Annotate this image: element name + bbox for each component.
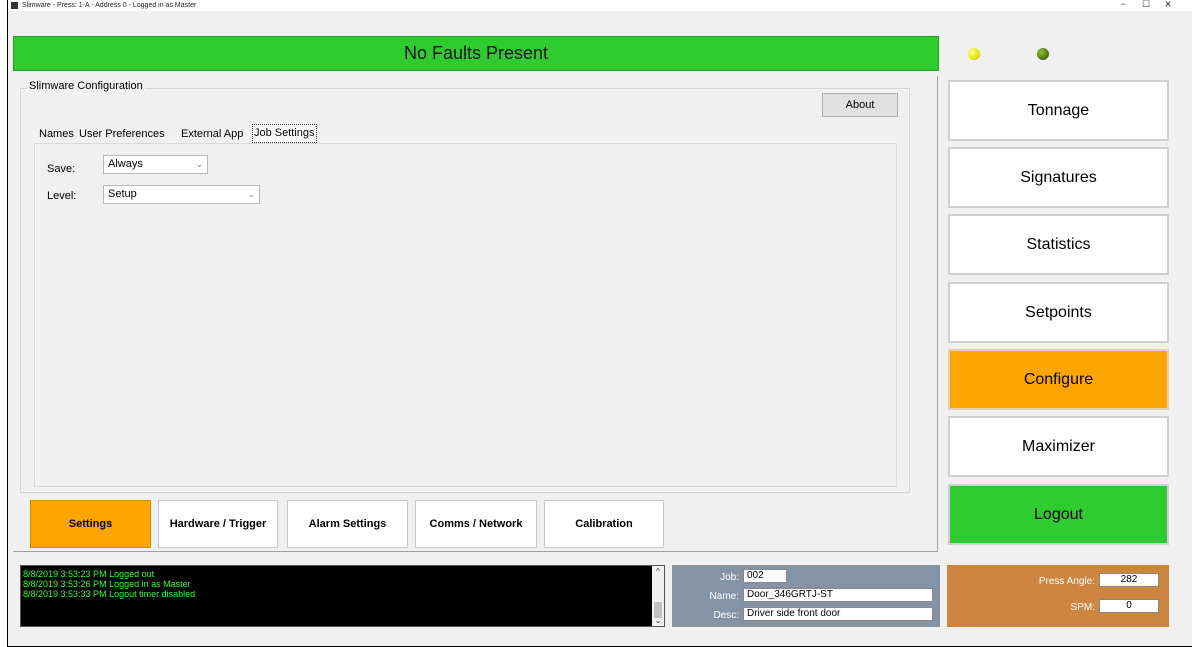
job-label: Job: [720, 572, 739, 583]
log-line: 8/8/2019 3:53:33 PM Logout timer disable… [23, 589, 196, 599]
green-led-icon [1037, 48, 1049, 60]
statistics-button[interactable]: Statistics [948, 214, 1169, 275]
event-log[interactable]: 8/8/2019 3:53:23 PM Logged out 8/8/2019 … [20, 565, 665, 627]
hardware-trigger-button[interactable]: Hardware / Trigger [158, 500, 278, 548]
log-line: 8/8/2019 3:53:26 PM Logged in as Master [23, 579, 191, 589]
tonnage-button[interactable]: Tonnage [948, 80, 1169, 141]
save-label: Save: [47, 163, 76, 175]
spm-label: SPM: [1070, 602, 1095, 613]
settings-button[interactable]: Settings [30, 500, 151, 548]
save-select-value: Always [108, 158, 143, 170]
job-number-field: 002 [743, 569, 787, 583]
configure-button[interactable]: Configure [948, 349, 1169, 410]
comms-network-button[interactable]: Comms / Network [415, 500, 537, 548]
level-select-value: Setup [108, 188, 137, 200]
app-icon [11, 2, 18, 9]
job-desc-field: Driver side front door [743, 607, 933, 621]
configuration-group-label: Slimware Configuration [27, 80, 145, 92]
desc-label: Desc: [713, 610, 739, 621]
about-button[interactable]: About [822, 93, 898, 117]
calibration-button[interactable]: Calibration [544, 500, 664, 548]
signatures-button[interactable]: Signatures [948, 147, 1169, 208]
chevron-down-icon: ⌄ [195, 159, 203, 169]
fault-status-banner: No Faults Present [13, 36, 939, 71]
tab-user-preferences[interactable]: User Preferences [79, 126, 165, 144]
log-scrollbar[interactable]: ^ ⌄ [652, 566, 664, 626]
maximizer-button[interactable]: Maximizer [948, 416, 1169, 477]
window-title: Slimware - Press: 1-A - Address 0 - Logg… [22, 2, 197, 9]
press-info-panel: Press Angle: 282 SPM: 0 [947, 565, 1169, 627]
tab-job-settings[interactable]: Job Settings [252, 124, 317, 143]
minimize-icon[interactable]: − [1113, 0, 1133, 10]
tab-external-app[interactable]: External App [181, 126, 243, 144]
close-icon[interactable]: ✕ [1158, 0, 1178, 10]
logout-button[interactable]: Logout [948, 484, 1169, 545]
maximize-icon[interactable]: ☐ [1136, 0, 1156, 10]
level-label: Level: [47, 190, 77, 202]
scroll-down-icon[interactable]: ⌄ [652, 616, 664, 625]
log-line: 8/8/2019 3:53:23 PM Logged out [23, 569, 155, 579]
scroll-up-icon[interactable]: ^ [652, 567, 664, 576]
save-select[interactable]: Always ⌄ [103, 155, 208, 174]
job-name-field: Door_346GRTJ-ST [743, 588, 933, 602]
alarm-settings-button[interactable]: Alarm Settings [287, 500, 408, 548]
level-select[interactable]: Setup ⌄ [103, 185, 260, 204]
name-label: Name: [709, 591, 739, 602]
tab-names[interactable]: Names [39, 126, 74, 144]
chevron-down-icon: ⌄ [247, 189, 255, 199]
spm-value: 0 [1099, 599, 1159, 613]
title-bar: Slimware - Press: 1-A - Address 0 - Logg… [8, 0, 1192, 11]
job-info-panel: Job: 002 Name: Door_346GRTJ-ST Desc: Dri… [672, 565, 940, 627]
press-angle-value: 282 [1099, 573, 1159, 587]
press-angle-label: Press Angle: [1038, 576, 1095, 587]
setpoints-button[interactable]: Setpoints [948, 282, 1169, 343]
yellow-led-icon [968, 48, 980, 60]
